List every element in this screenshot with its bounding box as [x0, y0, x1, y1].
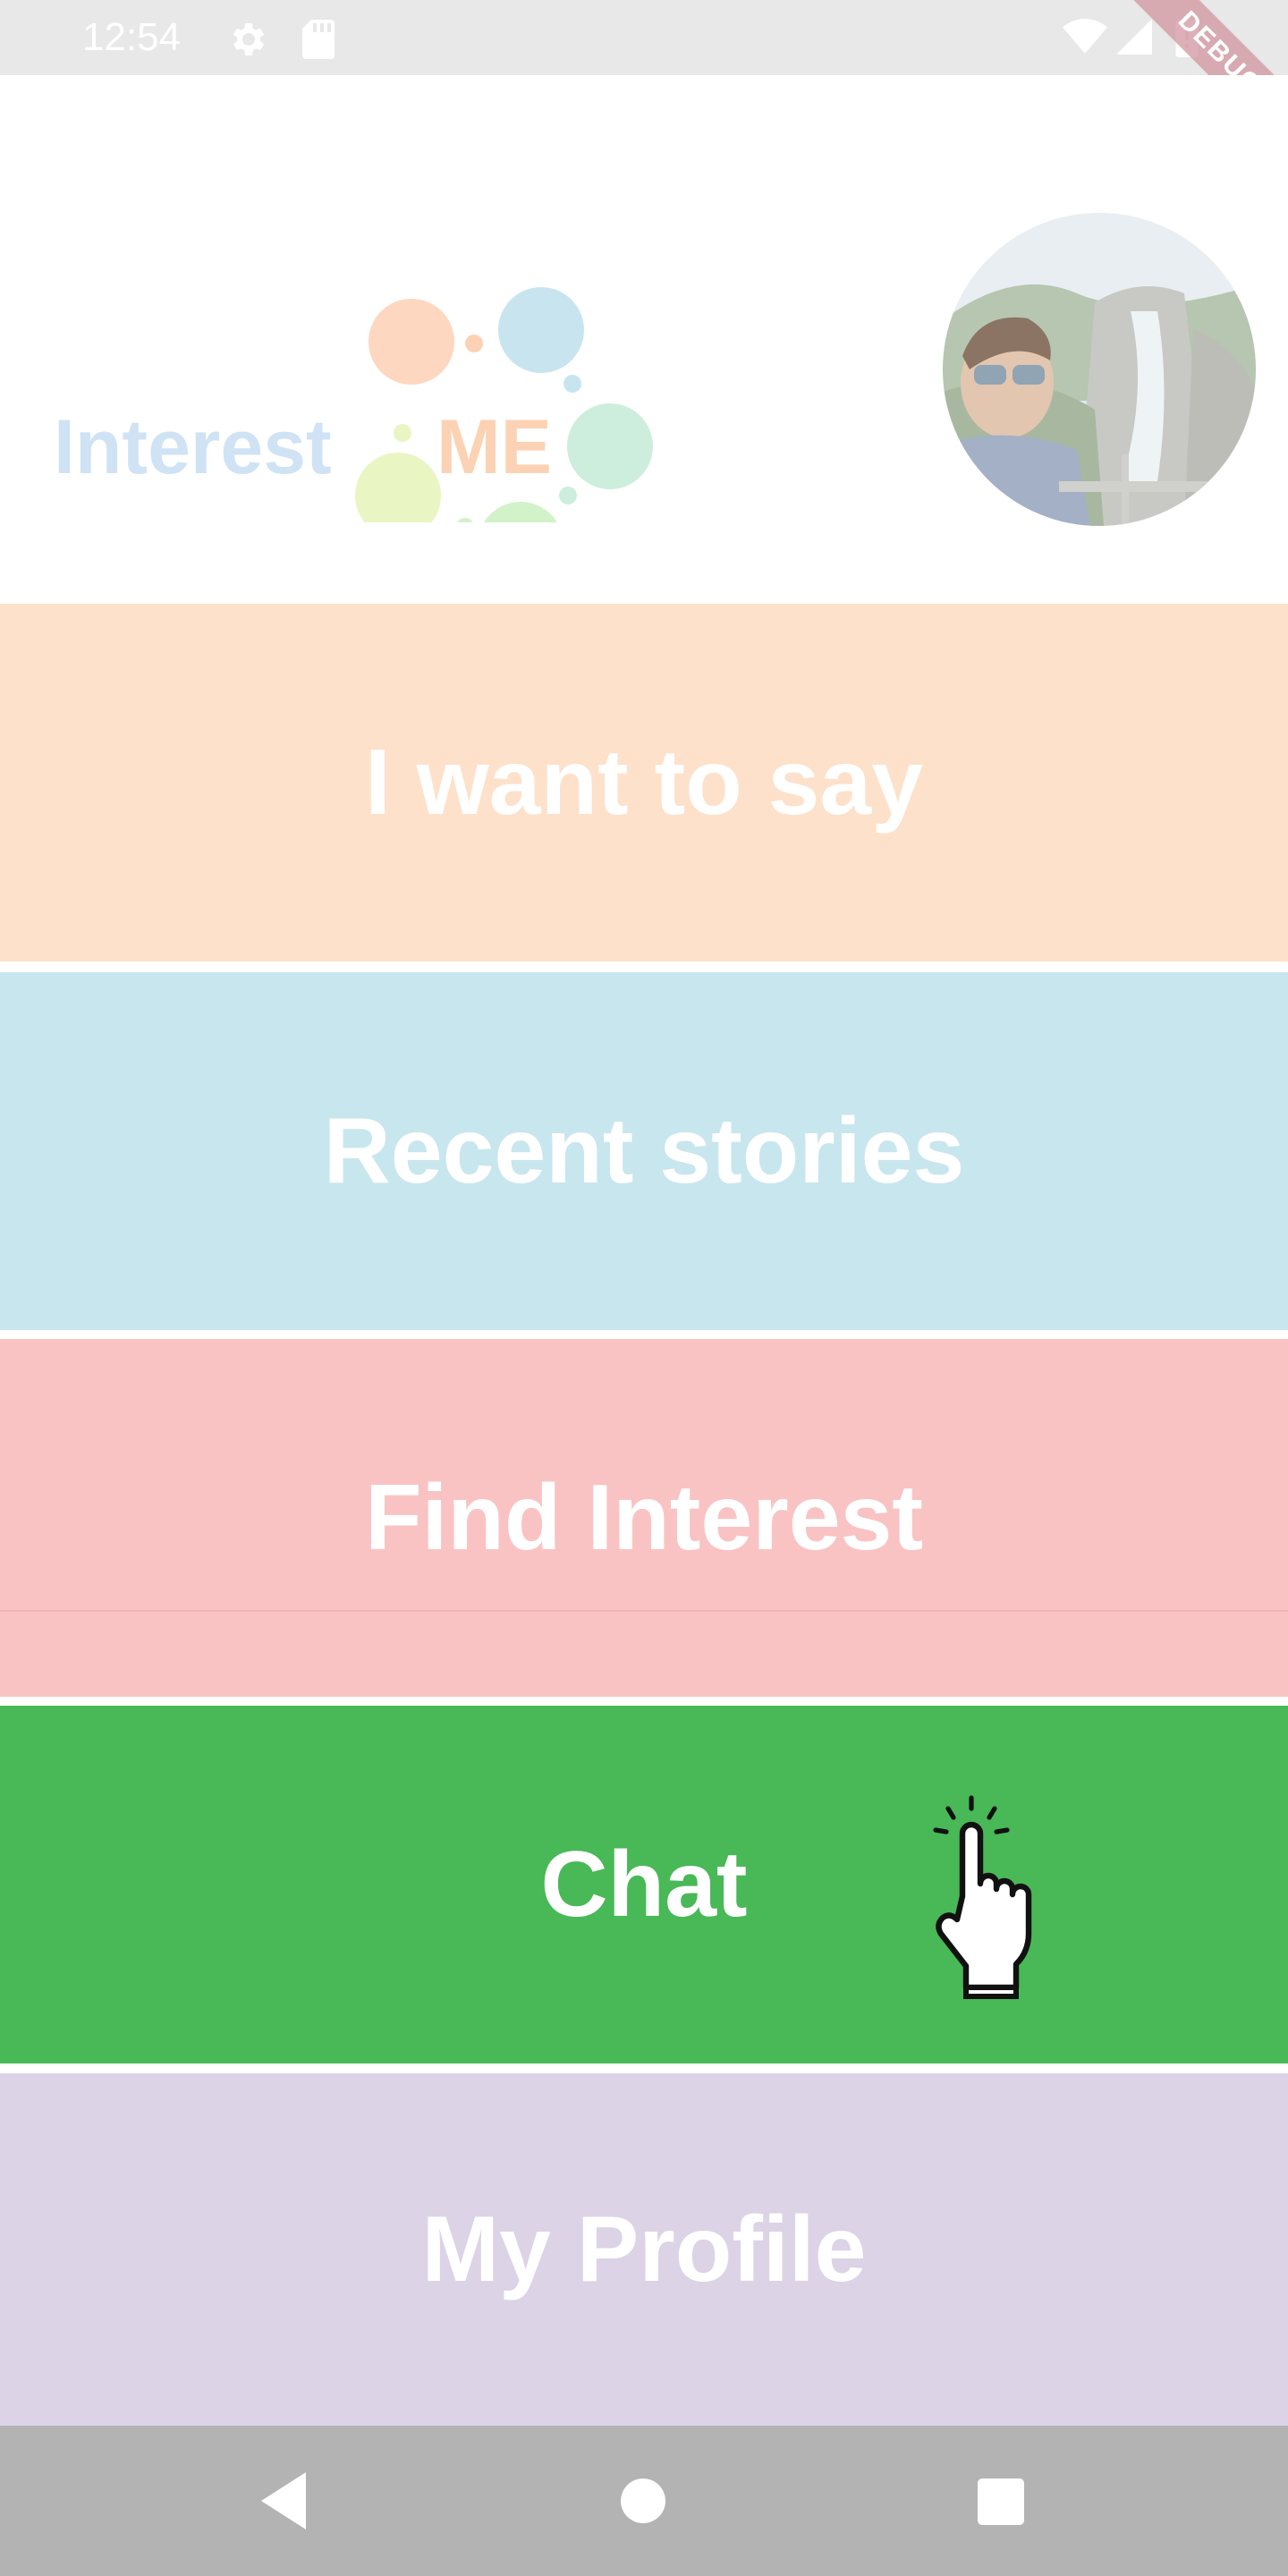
back-icon[interactable] [261, 2472, 306, 2529]
cell-signal-icon [1116, 19, 1152, 55]
gear-icon [233, 23, 265, 55]
menu-item-label: My Profile [421, 2197, 867, 2301]
sd-card-icon [302, 20, 335, 59]
system-nav-bar [0, 2426, 1288, 2576]
menu-item-label: Recent stories [323, 1098, 965, 1203]
wifi-icon [1063, 19, 1107, 54]
menu-item-my-profile[interactable]: My Profile [0, 2073, 1288, 2426]
user-photo [943, 213, 1256, 526]
status-bar: 12:54 DEBUG [0, 0, 1288, 165]
status-time: 12:54 [82, 15, 182, 59]
menu-item-recent-stories[interactable]: Recent stories [0, 972, 1288, 1330]
home-icon[interactable] [621, 2479, 665, 2523]
app-screen: 12:54 DEBUG Interest ME I want to say Re… [0, 0, 1288, 2576]
recents-icon[interactable] [978, 2479, 1024, 2525]
menu-item-i-want-to-say[interactable]: I want to say [0, 604, 1288, 962]
interestme-logo: Interest ME [54, 287, 653, 522]
menu-item-label: Find Interest [364, 1465, 924, 1570]
logo-text-interest: Interest [54, 404, 332, 490]
menu-item-label: I want to say [364, 730, 924, 835]
menu-item-label: Chat [540, 1832, 748, 1936]
logo-text-me: ME [436, 404, 552, 490]
menu-item-chat[interactable]: Chat [0, 1706, 1288, 2063]
menu-item-find-interest[interactable]: Find Interest [0, 1339, 1288, 1697]
hand-pointer-icon [933, 1795, 1032, 1999]
header: Interest ME [0, 75, 1288, 603]
user-avatar[interactable] [943, 213, 1256, 526]
tile-divider [0, 1610, 1288, 1612]
